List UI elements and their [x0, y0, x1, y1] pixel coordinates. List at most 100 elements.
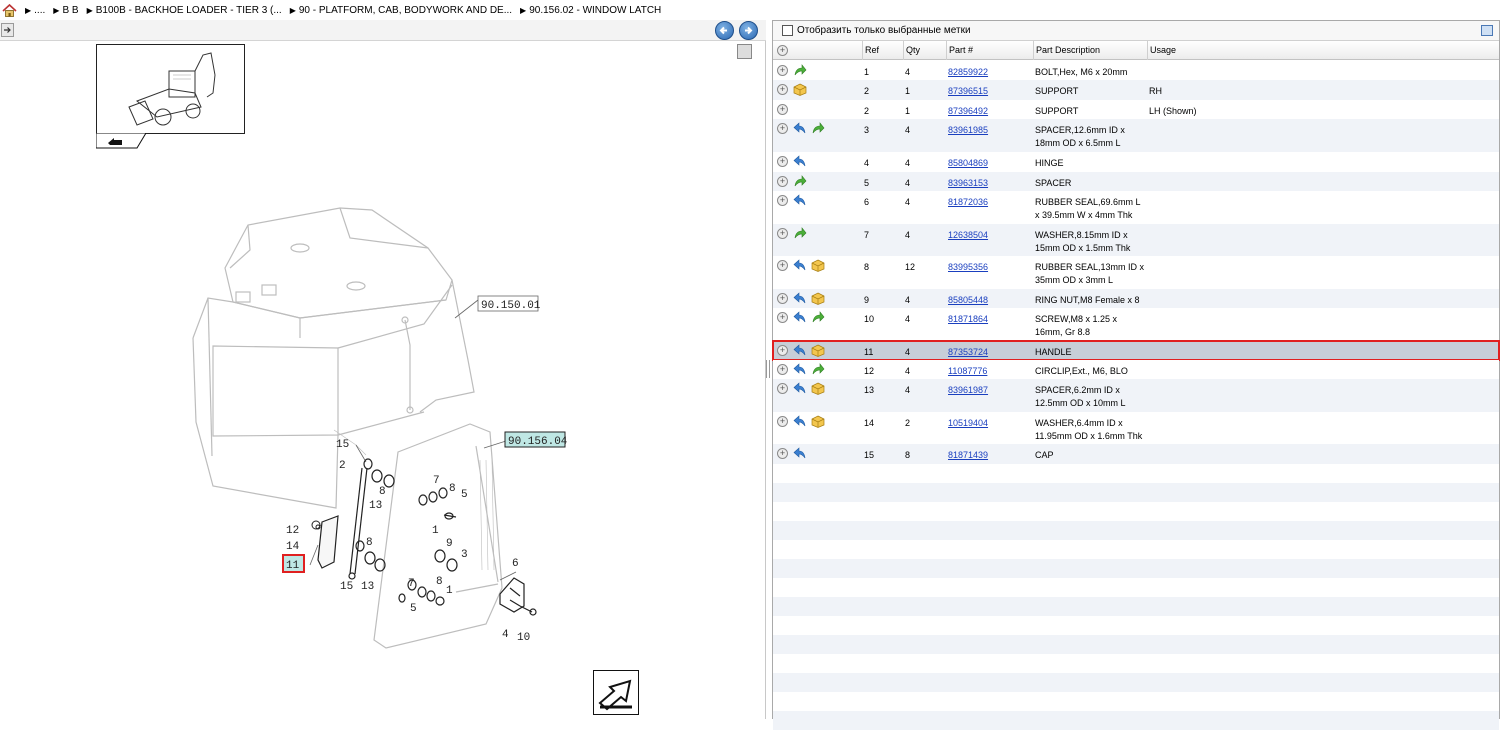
callout-5[interactable]: 5 [410, 603, 417, 615]
part-number-link[interactable]: 85805448 [948, 294, 988, 307]
green-arrow-icon[interactable] [793, 64, 807, 77]
column-header-description[interactable]: Part Description [1034, 41, 1148, 60]
table-row[interactable]: +5 4 83963153 SPACER [773, 172, 1499, 191]
add-to-cart-icon[interactable]: + [777, 156, 788, 167]
part-number-link[interactable]: 83963153 [948, 177, 988, 190]
callout-90-150-01[interactable]: 90.150.01 [481, 300, 541, 312]
callout-2[interactable]: 2 [339, 460, 346, 472]
header-select-all[interactable]: + [773, 41, 863, 60]
table-row[interactable]: +3 4 83961985 SPACER,12.6mm ID x 18mm OD x … [773, 119, 1499, 152]
part-number-link[interactable]: 83961985 [948, 124, 988, 137]
blue-arrow-icon[interactable] [793, 155, 807, 168]
part-number-link[interactable]: 10519404 [948, 417, 988, 430]
breadcrumb-label[interactable]: B B [62, 5, 78, 16]
green-arrow-icon[interactable] [793, 175, 807, 188]
callout-3[interactable]: 3 [461, 549, 468, 561]
part-number-link[interactable]: 87396515 [948, 85, 988, 98]
breadcrumb-item[interactable]: ▶ B B [53, 5, 78, 16]
callout-5[interactable]: 5 [461, 489, 468, 501]
add-to-cart-icon[interactable]: + [777, 65, 788, 76]
table-row[interactable]: +8 12 83995356 RUBBER SEAL,13mm ID x 35mm O… [773, 256, 1499, 289]
green-arrow-icon[interactable] [811, 363, 825, 376]
add-to-cart-icon[interactable]: + [777, 260, 788, 271]
table-row[interactable]: +2 1 87396515 SUPPORT RH [773, 80, 1499, 100]
box-icon[interactable] [811, 292, 825, 305]
column-header-part[interactable]: Part # [947, 41, 1034, 60]
add-to-cart-icon[interactable]: + [777, 176, 788, 187]
part-number-link[interactable]: 81872036 [948, 196, 988, 209]
add-to-cart-icon[interactable]: + [777, 84, 788, 95]
green-arrow-icon[interactable] [793, 227, 807, 240]
callout-12[interactable]: 12 [286, 525, 299, 537]
blue-arrow-icon[interactable] [793, 194, 807, 207]
table-row[interactable]: +12 4 11087776 CIRCLIP,Ext., M6, BLO [773, 360, 1499, 379]
box-icon[interactable] [811, 415, 825, 428]
box-icon[interactable] [793, 83, 807, 96]
callout-13[interactable]: 13 [361, 581, 374, 593]
show-selected-only-label[interactable]: Отобразить только выбранные метки [797, 25, 971, 36]
callout-15[interactable]: 15 [340, 581, 353, 593]
breadcrumb-label[interactable]: 90 - PLATFORM, CAB, BODYWORK AND DE... [299, 5, 512, 16]
add-to-cart-icon[interactable]: + [777, 293, 788, 304]
table-row[interactable]: +7 4 12638504 WASHER,8.15mm ID x 15mm OD x … [773, 224, 1499, 256]
add-to-cart-icon[interactable]: + [777, 416, 788, 427]
callout-8[interactable]: 8 [449, 483, 456, 495]
table-row-selected[interactable]: +11 4 87353724 HANDLE [772, 340, 1500, 361]
callout-9[interactable]: 9 [446, 538, 453, 550]
add-to-cart-icon[interactable]: + [777, 123, 788, 134]
table-row[interactable]: +9 4 85805448 RING NUT,M8 Female x 8 [773, 289, 1499, 308]
callout-14[interactable]: 14 [286, 541, 300, 553]
panel-splitter[interactable] [766, 360, 770, 378]
column-header-usage[interactable]: Usage [1148, 41, 1499, 60]
part-number-link[interactable]: 81871864 [948, 313, 988, 326]
box-icon[interactable] [811, 344, 825, 357]
add-to-cart-icon[interactable]: + [777, 228, 788, 239]
table-row[interactable]: +13 4 83961987 SPACER,6.2mm ID x 12.5mm OD … [773, 379, 1499, 412]
callout-8[interactable]: 8 [436, 576, 443, 588]
part-number-link[interactable]: 83961987 [948, 384, 988, 397]
table-row[interactable]: +4 4 85804869 HINGE [773, 152, 1499, 172]
add-to-cart-icon[interactable]: + [777, 383, 788, 394]
breadcrumb-item[interactable]: ▶ B100B - BACKHOE LOADER - TIER 3 (... [87, 5, 282, 16]
callout-7[interactable]: 7 [433, 475, 440, 487]
add-to-cart-icon[interactable]: + [777, 104, 788, 115]
part-number-link[interactable]: 83995356 [948, 261, 988, 274]
add-to-cart-icon[interactable]: + [777, 364, 788, 375]
part-number-link[interactable]: 87396492 [948, 105, 988, 118]
box-icon[interactable] [811, 382, 825, 395]
blue-arrow-icon[interactable] [793, 447, 807, 460]
add-to-cart-icon[interactable]: + [777, 345, 788, 356]
breadcrumb-label[interactable]: .... [34, 5, 45, 16]
callout-13[interactable]: 13 [369, 500, 382, 512]
green-arrow-icon[interactable] [811, 122, 825, 135]
blue-arrow-icon[interactable] [793, 122, 807, 135]
panel-menu-icon[interactable] [1481, 25, 1493, 36]
expand-all-icon[interactable]: + [777, 45, 788, 56]
callout-1[interactable]: 1 [446, 585, 453, 597]
table-row[interactable]: +14 2 10519404 WASHER,6.4mm ID x 11.95mm OD… [773, 412, 1499, 444]
next-diagram-button[interactable] [593, 670, 639, 715]
table-row[interactable]: +6 4 81872036 RUBBER SEAL,69.6mm L x 39.5mm… [773, 191, 1499, 224]
add-to-cart-icon[interactable]: + [777, 448, 788, 459]
part-number-link[interactable]: 11087776 [948, 365, 987, 378]
blue-arrow-icon[interactable] [793, 382, 807, 395]
part-number-link[interactable]: 81871439 [948, 449, 988, 462]
blue-arrow-icon[interactable] [793, 344, 807, 357]
callout-6[interactable]: 6 [512, 558, 519, 570]
blue-arrow-icon[interactable] [793, 363, 807, 376]
callout-90-156-04[interactable]: 90.156.04 [508, 436, 568, 448]
column-header-ref[interactable]: Ref [863, 41, 904, 60]
table-row[interactable]: +1 4 82859922 BOLT,Hex, M6 x 20mm [773, 61, 1499, 80]
column-header-qty[interactable]: Qty [904, 41, 947, 60]
callout-10[interactable]: 10 [517, 632, 530, 644]
table-row[interactable]: +15 8 81871439 CAP [773, 444, 1499, 464]
blue-arrow-icon[interactable] [793, 415, 807, 428]
breadcrumb-item[interactable]: ▶ 90 - PLATFORM, CAB, BODYWORK AND DE... [290, 5, 512, 16]
callout-8[interactable]: 8 [379, 486, 386, 498]
green-arrow-icon[interactable] [811, 311, 825, 324]
breadcrumb-item[interactable]: ▶.... [25, 5, 45, 16]
blue-arrow-icon[interactable] [793, 311, 807, 324]
callout-1[interactable]: 1 [432, 525, 439, 537]
table-row[interactable]: +2 1 87396492 SUPPORT LH (Shown) [773, 100, 1499, 119]
home-icon[interactable] [2, 3, 17, 18]
